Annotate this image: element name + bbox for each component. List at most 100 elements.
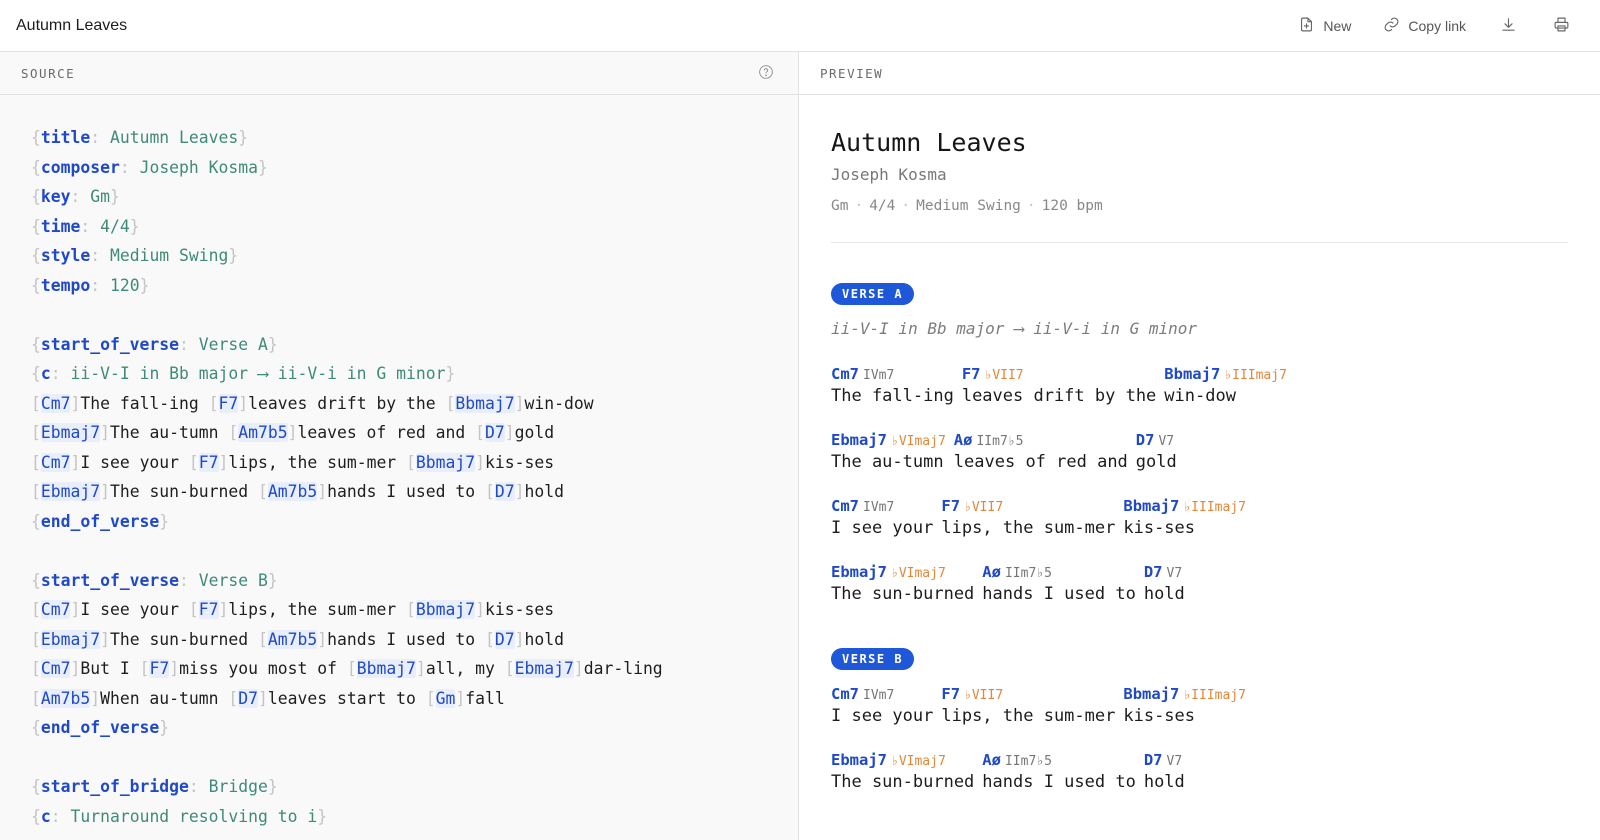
roman-numeral: ♭VImaj7 — [891, 434, 946, 449]
chord-tag: F7 — [149, 659, 170, 678]
print-button[interactable] — [1539, 10, 1584, 42]
chord-lyric-line: Cm7 IVm7 The fall-ing F7 ♭VII7 leaves drift b… — [831, 364, 1568, 406]
directive-line: {key: Gm} — [31, 182, 798, 212]
lyric-text: The fall-ing — [831, 386, 954, 406]
chord-name: Aø — [953, 431, 973, 449]
bracket-close: ] — [70, 393, 81, 413]
lyric-text: hands I used to — [327, 629, 485, 649]
chord-segment: D7 V7 hold — [1144, 750, 1185, 792]
brace-close: } — [267, 570, 278, 590]
chord-segment: F7 ♭VII7 lips, the sum-mer — [941, 496, 1115, 538]
print-icon — [1553, 16, 1570, 36]
directive-line: {start_of_verse: Verse A} — [31, 330, 798, 360]
lyric-text: leaves start to — [267, 688, 426, 708]
brace-open: { — [31, 334, 41, 354]
directive-colon: : — [50, 364, 71, 383]
roman-numeral: IVm7 — [863, 500, 895, 515]
chord-lyric-line: Cm7 IVm7 I see your F7 ♭VII7 lips, the sum-me… — [831, 684, 1568, 726]
source-pane[interactable]: SOURCE {title: Autumn Leaves} {composer: … — [0, 52, 799, 840]
directive-line: {start_of_bridge: Bridge} — [31, 772, 798, 802]
bracket-close: ] — [218, 600, 229, 619]
chord-segment: Bbmaj7 ♭IIImaj7 win-dow — [1164, 364, 1287, 406]
chord-line: [Ebmaj7]The sun-burned [Am7b5]hands I us… — [31, 477, 798, 507]
chord-segment: Aø IIm7♭5 leaves of red and — [954, 430, 1128, 472]
chord-segment: Ebmaj7 ♭VImaj7 The sun-burned — [831, 562, 974, 604]
chord-segment: Bbmaj7 ♭IIImaj7 kis-ses — [1123, 496, 1246, 538]
bracket-open: [ — [484, 482, 495, 501]
chord-segment: Cm7 IVm7 I see your — [831, 684, 933, 726]
lyric-text: hands I used to — [982, 584, 1136, 604]
chord-name: Cm7 — [831, 685, 859, 703]
chord-name: D7 — [1135, 431, 1155, 449]
chord-name: Bbmaj7 — [1123, 497, 1180, 515]
bracket-open: [ — [228, 688, 239, 708]
lyric-text: hold — [524, 629, 564, 649]
lyric-text: hold — [1143, 772, 1185, 792]
source-editor[interactable]: {title: Autumn Leaves} {composer: Joseph … — [0, 95, 798, 831]
meta-item: 4/4 — [869, 198, 896, 214]
chord-line: [Cm7]The fall-ing [F7]leaves drift by th… — [31, 389, 798, 419]
directive-keyword: title — [40, 128, 91, 147]
brace-close: } — [159, 718, 170, 737]
toolbar: New Copy link — [1286, 10, 1584, 42]
copy-link-button[interactable]: Copy link — [1371, 10, 1478, 42]
brace-close: } — [267, 777, 278, 796]
lyric-text: The sun-burned — [831, 584, 975, 604]
lyric-text: miss you most of — [179, 659, 347, 678]
chord-line: [Cm7]But I [F7]miss you most of [Bbmaj7]… — [31, 654, 798, 684]
lyric-text: kis-ses — [1123, 518, 1196, 538]
directive-value: Bridge — [208, 777, 268, 796]
directive-keyword: tempo — [40, 275, 91, 295]
lyric-text: I see your — [80, 452, 189, 472]
bracket-close: ] — [169, 659, 180, 678]
source-pane-title: SOURCE — [21, 65, 76, 81]
meta-item: 120 bpm — [1041, 198, 1103, 214]
directive-line: {title: Autumn Leaves} — [31, 123, 798, 153]
lyric-text: win-dow — [1164, 386, 1236, 406]
lyric-text: kis-ses — [485, 452, 555, 472]
bracket-open: [ — [346, 659, 357, 678]
brace-open: { — [31, 806, 41, 826]
chord-segment: F7 ♭VII7 leaves drift by the — [962, 364, 1156, 406]
directive-keyword: c — [40, 806, 51, 826]
help-icon[interactable] — [758, 64, 774, 83]
bracket-close: ] — [475, 600, 486, 619]
chord-line: [Am7b5]When au-tumn [D7]leaves start to … — [31, 684, 798, 714]
chord-line: [Ebmaj7]The au-tumn [Am7b5]leaves of red… — [31, 418, 798, 448]
directive-colon: : — [90, 246, 110, 265]
chord-row: F7 ♭VII7 — [941, 496, 1115, 516]
chord-tag: Gm — [435, 688, 456, 708]
brace-close: } — [139, 275, 150, 295]
lyric-text: hold — [524, 482, 564, 501]
chord-tag: F7 — [198, 452, 219, 472]
chord-tag: Ebmaj7 — [40, 629, 101, 649]
brace-close: } — [317, 806, 328, 826]
bracket-open: [ — [31, 688, 41, 708]
directive-line: {start_of_verse: Verse B} — [31, 566, 798, 596]
meta-item: Medium Swing — [916, 198, 1021, 214]
roman-numeral: ♭IIImaj7 — [1183, 500, 1246, 515]
bracket-close: ] — [258, 688, 268, 708]
directive-colon: : — [70, 187, 91, 206]
brace-open: { — [31, 364, 41, 383]
chord-row: Aø IIm7♭5 — [982, 750, 1136, 770]
directive-colon: : — [80, 216, 101, 236]
lyric-text: leaves drift by the — [961, 386, 1157, 406]
lyric-text: I see your — [80, 600, 189, 619]
new-button[interactable]: New — [1286, 10, 1363, 42]
bracket-close: ] — [573, 659, 584, 678]
chord-row: Bbmaj7 ♭IIImaj7 — [1123, 496, 1246, 516]
lyric-text: lips, the sum-mer — [228, 452, 407, 472]
brace-close: } — [109, 187, 120, 206]
bracket-close: ] — [90, 688, 101, 708]
chord-row: F7 ♭VII7 — [941, 684, 1115, 704]
preview-pane-header: PREVIEW — [799, 52, 1600, 95]
song-section: VERSE A ii-V-I in Bb major ⟶ ii-V-i in G … — [831, 283, 1568, 604]
brace-open: { — [31, 275, 41, 295]
chord-segment: D7 V7 hold — [1144, 562, 1185, 604]
editor-panes: SOURCE {title: Autumn Leaves} {composer: … — [0, 52, 1600, 840]
chord-tag: Am7b5 — [267, 482, 318, 501]
lyric-text: The au-tumn — [831, 452, 944, 472]
bracket-open: [ — [484, 629, 495, 649]
download-button[interactable] — [1486, 10, 1531, 42]
